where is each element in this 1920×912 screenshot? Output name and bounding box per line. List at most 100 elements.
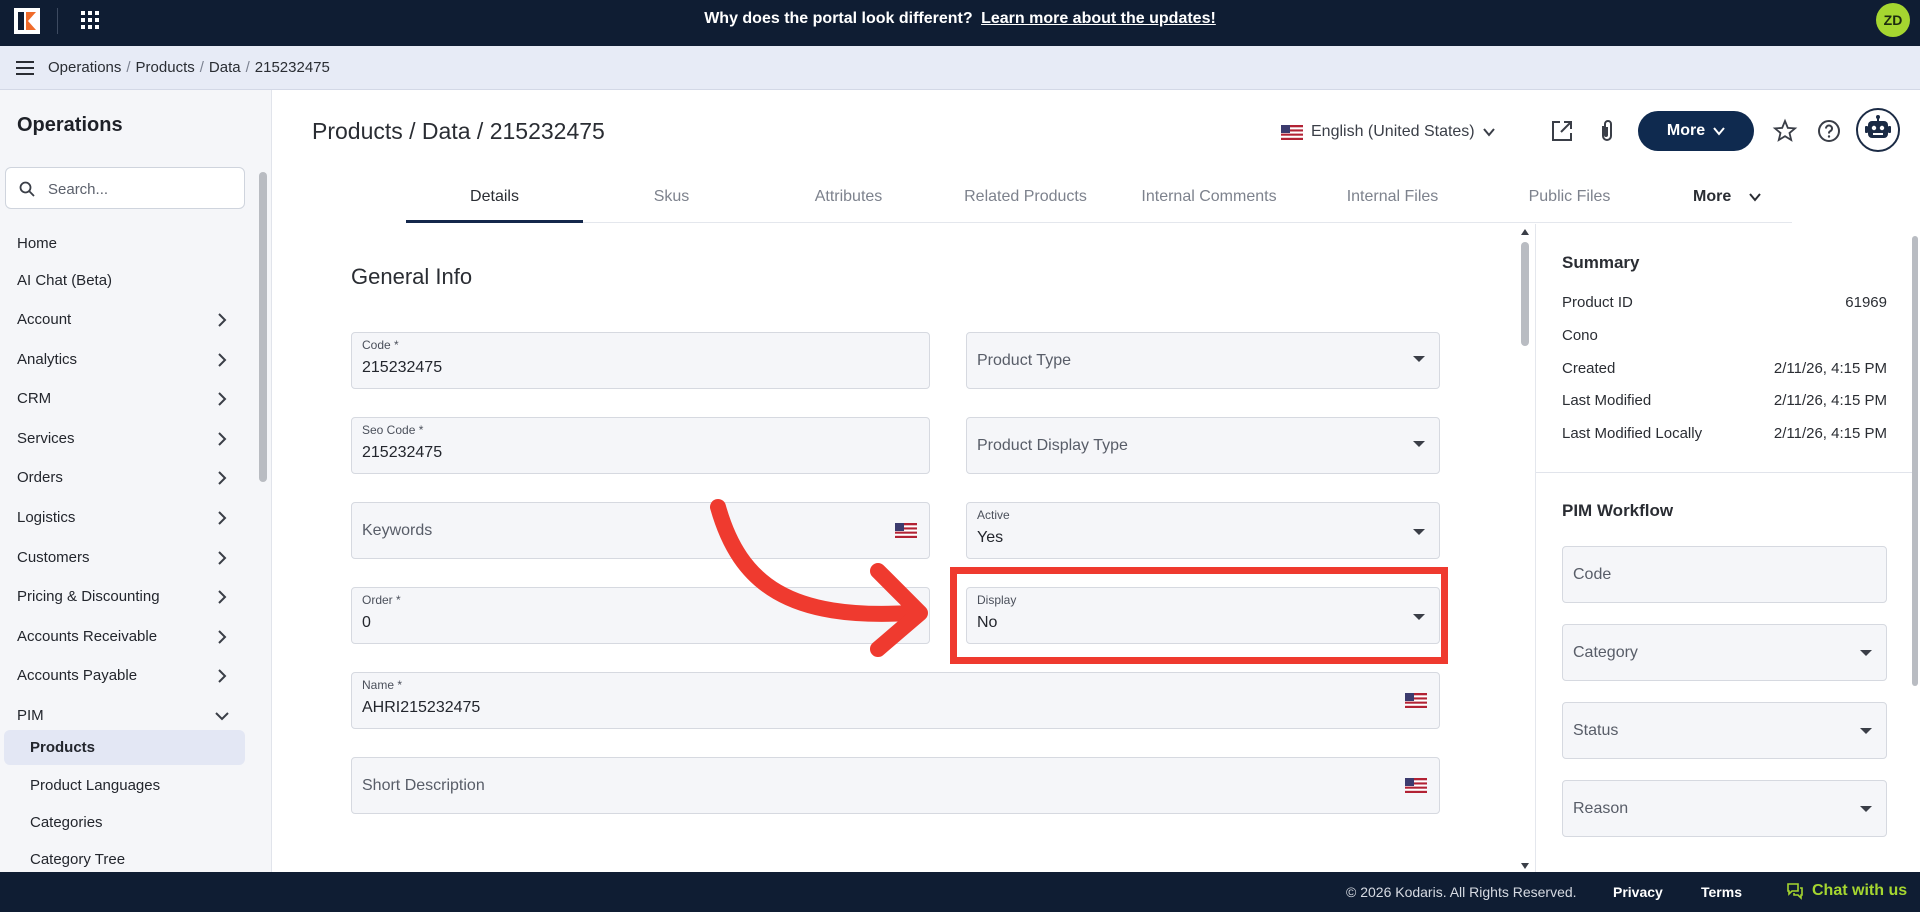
scrollbar-thumb[interactable] (259, 172, 267, 482)
sidebar-scrollbar[interactable] (259, 166, 267, 866)
hamburger-menu-icon[interactable] (16, 60, 34, 76)
sidebar-subitem-label: Product Languages (30, 777, 161, 794)
dropdown-caret-icon (1413, 529, 1425, 535)
product-display-type-select[interactable]: Product Display Type (966, 417, 1440, 474)
sidebar-item-logistics[interactable]: Logistics (0, 500, 245, 536)
code-field[interactable]: Code * 215232475 (351, 332, 930, 389)
banner-learn-more-link[interactable]: Learn more about the updates! (981, 10, 1216, 27)
more-actions-button[interactable]: More (1638, 111, 1754, 151)
annotation-arrow-icon (710, 499, 928, 657)
breadcrumb-item[interactable]: Operations (48, 59, 121, 76)
tab-attributes[interactable]: Attributes (760, 178, 937, 223)
ai-assistant-button[interactable] (1856, 108, 1900, 152)
workflow-reason-placeholder: Reason (1573, 800, 1629, 817)
sidebar-subitem-categories[interactable]: Categories (4, 805, 245, 840)
sidebar-item-pricing[interactable]: Pricing & Discounting (0, 579, 245, 615)
chevron-down-icon (1748, 193, 1761, 202)
sidebar-subitem-product-languages[interactable]: Product Languages (4, 768, 245, 803)
user-avatar[interactable]: ZD (1876, 3, 1910, 37)
tab-internal-comments[interactable]: Internal Comments (1114, 178, 1304, 223)
language-selector[interactable]: English (United States) (1281, 120, 1495, 144)
sidebar: Operations Home AI Chat (Beta) Account A… (0, 90, 272, 872)
star-icon[interactable] (1772, 118, 1798, 144)
sidebar-item-analytics[interactable]: Analytics (0, 342, 245, 378)
open-external-icon[interactable] (1549, 118, 1575, 144)
sidebar-search-input[interactable] (48, 178, 238, 200)
breadcrumb-item[interactable]: Products (136, 59, 195, 76)
tab-internal-files[interactable]: Internal Files (1304, 178, 1481, 223)
chevron-right-icon (218, 630, 227, 644)
tab-skus[interactable]: Skus (583, 178, 760, 223)
main-scrollbar[interactable] (1520, 226, 1530, 874)
tab-public-files[interactable]: Public Files (1481, 178, 1658, 223)
us-flag-icon[interactable] (1405, 778, 1427, 793)
sidebar-item-accounts-payable[interactable]: Accounts Payable (0, 658, 245, 694)
right-panel-scrollbar[interactable] (1912, 226, 1918, 696)
chevron-down-icon (1713, 127, 1725, 136)
chat-bubble-icon (1787, 883, 1803, 900)
active-select[interactable]: Active Yes (966, 502, 1440, 559)
sidebar-item-pim[interactable]: PIM (0, 698, 245, 734)
workflow-code-field[interactable]: Code (1562, 546, 1887, 603)
chat-with-us-button[interactable]: Chat with us (1786, 882, 1907, 900)
sidebar-subitem-products[interactable]: Products (4, 730, 245, 765)
product-display-type-placeholder: Product Display Type (977, 437, 1128, 454)
dropdown-caret-icon (1860, 650, 1872, 656)
sidebar-item-account[interactable]: Account (0, 302, 245, 338)
breadcrumb-item[interactable]: Data (209, 59, 241, 76)
paperclip-icon[interactable] (1594, 118, 1620, 144)
sidebar-item-label: Orders (17, 469, 63, 486)
help-icon[interactable] (1816, 118, 1842, 144)
product-type-select[interactable]: Product Type (966, 332, 1440, 389)
scrollbar-thumb[interactable] (1912, 236, 1918, 686)
banner-text: Why does the portal look different? (704, 10, 973, 27)
chevron-right-icon (218, 551, 227, 565)
short-description-placeholder: Short Description (362, 777, 485, 794)
robot-icon (1865, 115, 1891, 138)
sidebar-item-customers[interactable]: Customers (0, 540, 245, 576)
us-flag-icon[interactable] (1405, 693, 1427, 708)
sidebar-item-accounts-receivable[interactable]: Accounts Receivable (0, 619, 245, 655)
code-field-label: Code * (362, 338, 399, 352)
sidebar-item-services[interactable]: Services (0, 421, 245, 457)
seo-code-field-label: Seo Code * (362, 423, 424, 437)
sidebar-item-ai-chat[interactable]: AI Chat (Beta) (0, 263, 245, 299)
tab-related-products[interactable]: Related Products (937, 178, 1114, 223)
sidebar-item-home[interactable]: Home (0, 226, 245, 262)
breadcrumb: Operations / Products / Data/215232475 (48, 59, 330, 76)
workflow-category-placeholder: Category (1573, 644, 1638, 661)
scroll-up-icon[interactable] (1520, 228, 1530, 236)
scroll-down-icon[interactable] (1520, 862, 1530, 870)
search-icon (19, 181, 35, 197)
sidebar-item-orders[interactable]: Orders (0, 460, 245, 496)
tab-more[interactable]: More (1693, 178, 1792, 223)
workflow-reason-select[interactable]: Reason (1562, 780, 1887, 837)
sidebar-item-label: Accounts Payable (17, 667, 138, 684)
order-field-value: 0 (362, 614, 371, 631)
summary-value: 61969 (1845, 294, 1887, 311)
workflow-category-select[interactable]: Category (1562, 624, 1887, 681)
sidebar-title: Operations (17, 114, 123, 136)
seo-code-field[interactable]: Seo Code * 215232475 (351, 417, 930, 474)
sidebar-item-label: AI Chat (Beta) (17, 272, 113, 289)
sidebar-item-label: Home (17, 235, 58, 252)
sidebar-item-crm[interactable]: CRM (0, 381, 245, 417)
scrollbar-thumb[interactable] (1521, 242, 1529, 346)
sidebar-search[interactable] (5, 167, 245, 209)
terms-link[interactable]: Terms (1701, 884, 1742, 900)
privacy-link[interactable]: Privacy (1613, 884, 1663, 900)
tab-details[interactable]: Details (406, 178, 583, 223)
seo-code-field-value: 215232475 (362, 444, 443, 461)
sidebar-item-label: Customers (17, 549, 90, 566)
short-description-field[interactable]: Short Description (351, 757, 1440, 814)
chevron-right-icon (218, 471, 227, 485)
summary-value: 2/11/26, 4:15 PM (1773, 425, 1887, 442)
dropdown-caret-icon (1413, 356, 1425, 362)
chevron-right-icon (218, 432, 227, 446)
workflow-status-placeholder: Status (1573, 722, 1619, 739)
chevron-down-icon (1482, 128, 1495, 137)
workflow-status-select[interactable]: Status (1562, 702, 1887, 759)
summary-label: Created (1562, 360, 1616, 377)
name-field[interactable]: Name * AHRI215232475 (351, 672, 1440, 729)
summary-label: Last Modified (1562, 392, 1652, 409)
